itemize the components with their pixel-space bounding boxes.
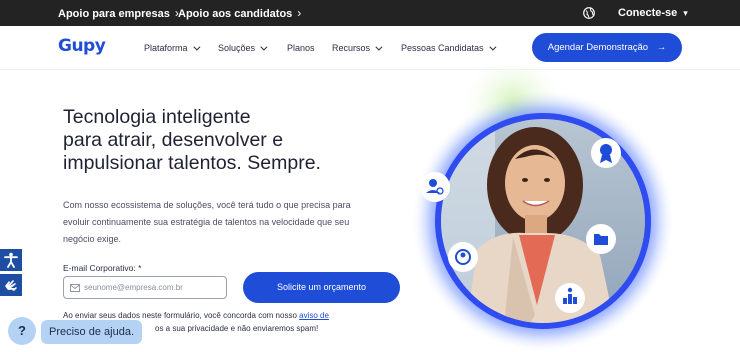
conecte-se-label: Conecte-se bbox=[618, 7, 678, 19]
help-chat-bubble[interactable]: Preciso de ajuda. bbox=[41, 320, 142, 344]
nav-item-label: Pessoas Candidatas bbox=[401, 43, 484, 53]
privacy-notice-link[interactable]: aviso de bbox=[299, 311, 329, 320]
nav-item-label: Planos bbox=[287, 43, 315, 53]
gupy-logo[interactable]: Gupy bbox=[58, 36, 106, 56]
chevron-right-icon: › bbox=[297, 6, 302, 20]
demo-button-label: Agendar Demonstração bbox=[547, 42, 649, 53]
user-search-badge bbox=[420, 172, 450, 202]
accessibility-icon bbox=[4, 252, 18, 268]
accessibility-button[interactable] bbox=[0, 249, 22, 271]
ranking-icon bbox=[563, 298, 567, 304]
nav-item-plataforma[interactable]: Plataforma bbox=[144, 41, 200, 55]
nav-item-pessoas-candidatas[interactable]: Pessoas Candidatas bbox=[401, 41, 497, 55]
email-field[interactable] bbox=[63, 276, 227, 299]
award-icon bbox=[600, 144, 612, 156]
profile-badge bbox=[448, 242, 478, 272]
nav-item-label: Recursos bbox=[332, 43, 371, 53]
nav-item-label: Soluções bbox=[218, 43, 256, 53]
mail-icon bbox=[70, 284, 80, 292]
help-button[interactable]: ? bbox=[8, 317, 36, 345]
nav-item-planos[interactable]: Planos bbox=[287, 41, 315, 55]
user-search-icon bbox=[429, 179, 437, 187]
headline-line: impulsionar talentos. Sempre. bbox=[63, 152, 321, 174]
ranking-badge bbox=[555, 283, 585, 313]
award-badge bbox=[591, 138, 621, 168]
sign-language-icon bbox=[5, 280, 17, 291]
solicite-orcamento-button[interactable]: Solicite um orçamento bbox=[243, 272, 400, 303]
link-apoio-candidatos-label: Apoio aos candidatos bbox=[178, 8, 293, 20]
agendar-demonstracao-button[interactable]: Agendar Demonstração → bbox=[532, 33, 682, 62]
folder-badge bbox=[586, 224, 616, 254]
email-label: E-mail Corporativo: * bbox=[63, 263, 142, 273]
nav-item-label: Plataforma bbox=[144, 43, 188, 53]
link-apoio-candidatos[interactable]: Apoio aos candidatos › bbox=[178, 0, 301, 26]
sign-language-button[interactable] bbox=[0, 274, 22, 296]
hero-illustration bbox=[411, 65, 675, 352]
chevron-down-icon: ▾ bbox=[683, 8, 688, 18]
link-apoio-empresas[interactable]: Apoio para empresas › bbox=[58, 0, 179, 26]
hero-subtext: Com nosso ecossistema de soluções, você … bbox=[63, 200, 351, 244]
headline-line: Tecnologia inteligente bbox=[63, 106, 251, 128]
email-input[interactable] bbox=[84, 280, 224, 295]
nav-item-solucoes[interactable]: Soluções bbox=[218, 41, 268, 55]
conecte-se-menu[interactable]: Conecte-se ▾ bbox=[618, 0, 688, 26]
link-apoio-empresas-label: Apoio para empresas bbox=[58, 8, 170, 20]
consent-prefix: Ao enviar seus dados neste formulário, v… bbox=[63, 311, 300, 320]
nav-item-recursos[interactable]: Recursos bbox=[332, 41, 383, 55]
top-bar: Apoio para empresas › Apoio aos candidato… bbox=[0, 0, 740, 26]
headline-line: para atrair, desenvolver e bbox=[63, 129, 284, 151]
arrow-right-icon: → bbox=[656, 42, 667, 53]
hero-headline: Tecnologia inteligente para atrair, dese… bbox=[63, 106, 393, 175]
globe-icon[interactable] bbox=[583, 7, 595, 19]
